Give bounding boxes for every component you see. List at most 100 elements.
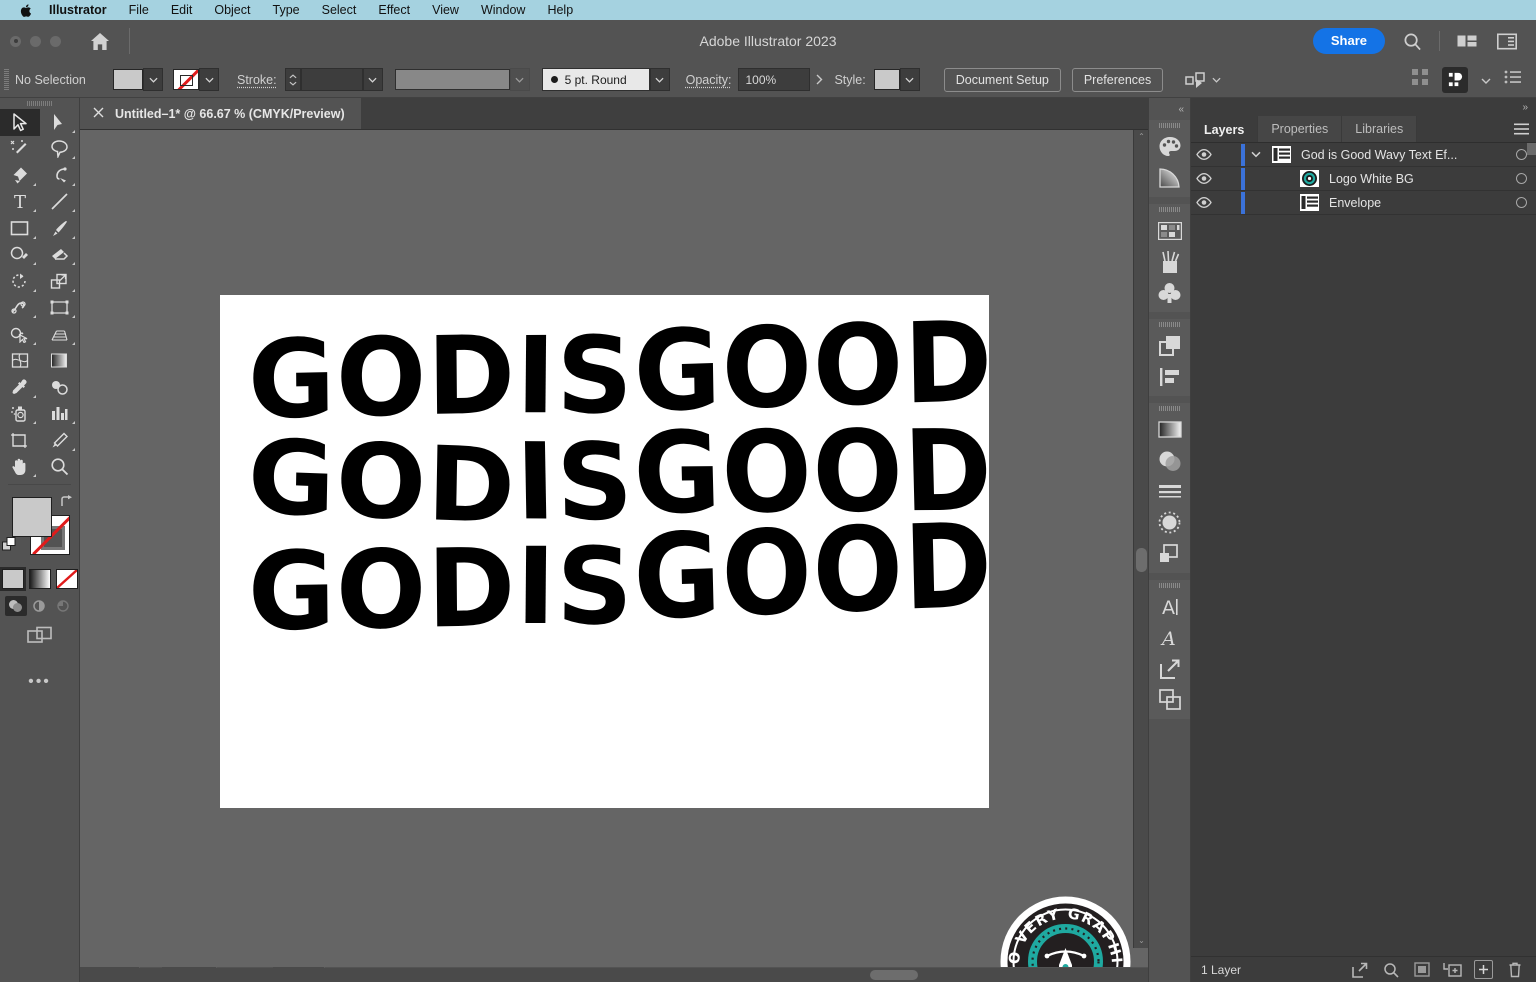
tab-properties[interactable]: Properties [1258,116,1343,142]
workspace-switcher-icon[interactable] [1494,28,1520,54]
control-bar-grip[interactable] [4,68,9,91]
swap-fill-stroke-icon[interactable] [59,495,73,511]
gradient-icon[interactable] [1149,162,1190,193]
table-row[interactable]: Logo White BG [1191,167,1536,191]
shape-builder-tool[interactable] [0,321,40,348]
stroke-label[interactable]: Stroke: [237,73,277,87]
artwork-text-group[interactable]: GOD IS GOOD GOD IS GOOD GOD IS GOOD [247,297,994,655]
style-swatch[interactable] [873,69,900,90]
fill-dropdown-chevron[interactable] [143,68,163,91]
hand-tool[interactable] [0,454,40,481]
magic-wand-tool[interactable] [0,136,40,163]
canvas-vertical-scrollbar[interactable]: ⌃ ⌄ [1133,130,1148,948]
share-button[interactable]: Share [1312,28,1385,54]
blend-tool[interactable] [40,374,80,401]
make-mask-icon[interactable] [1412,960,1431,979]
rotate-tool[interactable] [0,268,40,295]
fill-indicator[interactable] [12,497,52,537]
transparency-icon[interactable] [1149,445,1190,476]
document-setup-button[interactable]: Document Setup [943,67,1061,92]
panel-scroll-thumb[interactable] [1527,143,1536,155]
dock-group-grip[interactable] [1149,120,1190,131]
stroke-panel-icon[interactable] [1149,476,1190,507]
opacity-field[interactable]: 100% [738,68,811,91]
artboards-icon[interactable] [1149,684,1190,715]
dock-group-grip[interactable] [1149,319,1190,330]
collapse-dock-icon[interactable]: « [1149,98,1190,120]
menu-object[interactable]: Object [203,0,261,20]
layer-target-button[interactable] [1506,197,1536,208]
locate-object-icon[interactable] [1381,960,1400,979]
gradient-panel-icon[interactable] [1149,414,1190,445]
stroke-dropdown-chevron[interactable] [199,68,219,91]
lasso-tool[interactable] [40,136,80,163]
layer-disclosure-icon[interactable] [1245,151,1267,158]
gradient-tool[interactable] [40,348,80,375]
mesh-tool[interactable] [0,348,40,375]
edit-toolbar-button[interactable]: ••• [0,673,79,691]
menu-file[interactable]: File [118,0,160,20]
table-row[interactable]: God is Good Wavy Text Ef... [1191,143,1536,167]
paragraph-icon[interactable]: A [1149,622,1190,653]
tab-libraries[interactable]: Libraries [1342,116,1418,142]
stroke-weight-stepper[interactable] [284,68,301,91]
paintbrush-tool[interactable] [40,215,80,242]
free-transform-tool[interactable] [40,295,80,322]
snap-to-glyph-icon[interactable] [1442,66,1468,93]
control-bar-options-menu-icon[interactable] [1504,69,1522,90]
symbols-icon[interactable] [1149,277,1190,308]
pen-tool[interactable] [0,162,40,189]
delete-layer-icon[interactable] [1505,960,1524,979]
line-segment-tool[interactable] [40,189,80,216]
draw-behind-button[interactable] [29,596,51,616]
scroll-down-arrow-icon[interactable]: ⌄ [1134,934,1149,948]
curvature-tool[interactable] [40,162,80,189]
width-profile-swatch[interactable] [394,69,510,90]
scroll-up-arrow-icon[interactable]: ⌃ [1134,130,1149,144]
toolbar-grip[interactable] [0,98,79,109]
layers-alt-icon[interactable] [1149,330,1190,361]
layer-visibility-icon[interactable] [1191,173,1217,184]
dock-group-grip[interactable] [1149,204,1190,215]
stroke-weight-chevron[interactable] [362,68,383,91]
stroke-color-control[interactable] [173,68,219,91]
layer-name[interactable]: Envelope [1323,196,1506,210]
scale-tool[interactable] [40,268,80,295]
change-screen-mode-icon[interactable] [26,626,53,651]
dock-group-grip[interactable] [1149,580,1190,591]
default-fill-stroke-icon[interactable] [2,537,18,558]
color-icon[interactable] [1149,131,1190,162]
horizontal-scroll-thumb[interactable] [870,970,918,980]
brush-definition-field[interactable]: 5 pt. Round [541,68,650,91]
menu-type[interactable]: Type [262,0,311,20]
table-row[interactable]: Envelope [1191,191,1536,215]
menu-illustrator[interactable]: Illustrator [38,0,118,20]
close-tab-icon[interactable] [93,107,104,121]
canvas-horizontal-scrollbar[interactable] [80,968,1148,982]
dock-group-grip[interactable] [1149,403,1190,414]
menu-view[interactable]: View [421,0,470,20]
artboard[interactable]: GOD IS GOOD GOD IS GOOD GOD IS GOOD O VE… [220,295,1131,967]
align-icon[interactable] [1149,361,1190,392]
expand-panels-icon[interactable]: » [1191,98,1536,116]
color-mode-button[interactable] [0,567,26,591]
brushes-icon[interactable] [1149,246,1190,277]
fill-color-control[interactable] [113,68,163,91]
layer-visibility-icon[interactable] [1191,197,1217,208]
close-window-button[interactable] [10,35,21,47]
tab-layers[interactable]: Layers [1191,116,1259,142]
arrange-documents-icon[interactable] [1454,28,1480,54]
variable-width-profile-control[interactable] [394,68,530,91]
menu-select[interactable]: Select [311,0,368,20]
logo-badge[interactable]: SO VERY GRAPHIC DESIGNS [993,883,1132,967]
slice-tool[interactable] [40,427,80,454]
zoom-tool[interactable] [40,454,80,481]
brush-definition-chevron[interactable] [649,68,670,91]
maximize-window-button[interactable] [50,35,61,47]
stroke-swatch-none[interactable] [173,69,199,90]
opacity-label[interactable]: Opacity: [686,73,732,87]
new-sublayer-icon[interactable] [1443,960,1462,979]
search-icon[interactable] [1399,28,1425,54]
shaper-tool[interactable] [0,242,40,269]
menu-window[interactable]: Window [470,0,536,20]
